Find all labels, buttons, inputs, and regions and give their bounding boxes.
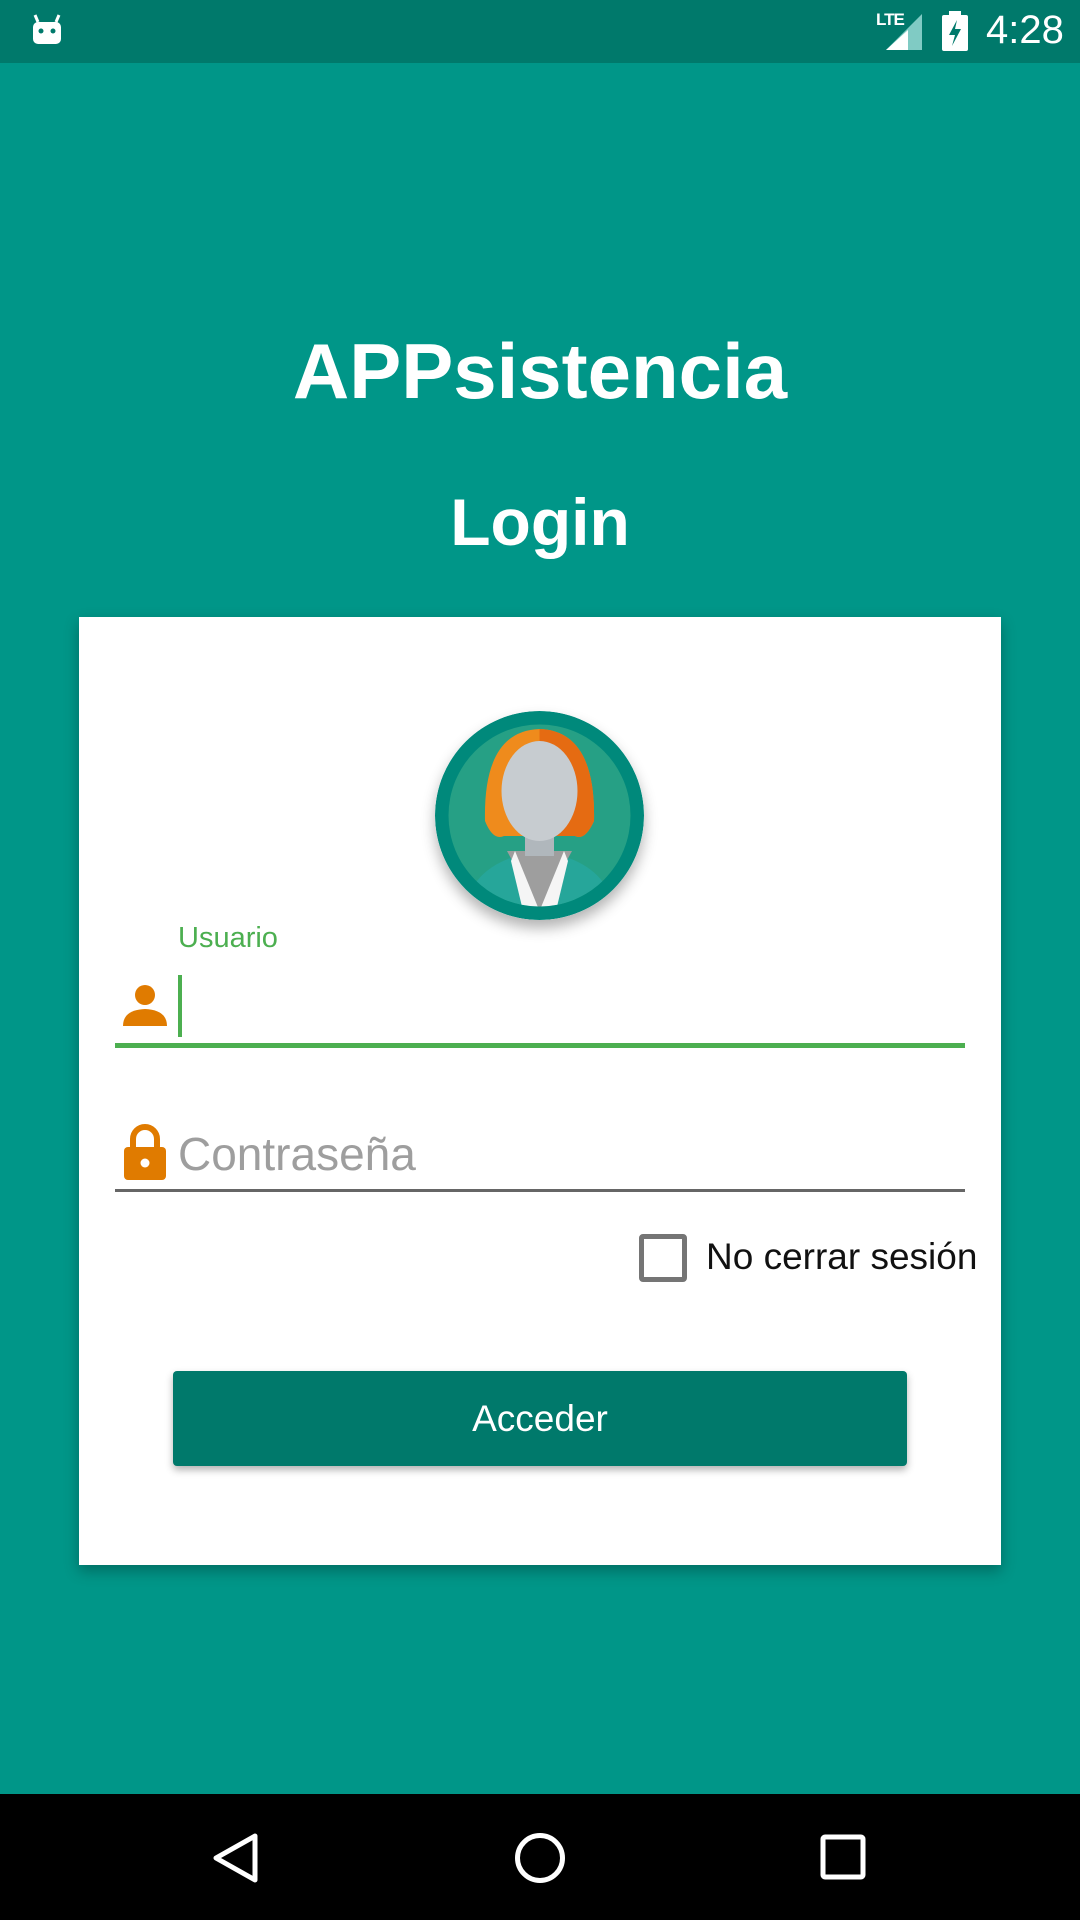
lock-icon	[124, 1124, 166, 1180]
page-title: Login	[450, 485, 630, 559]
password-underline	[115, 1189, 965, 1192]
person-icon	[123, 985, 167, 1026]
battery-charging-icon	[942, 11, 968, 51]
home-icon[interactable]	[514, 1832, 566, 1884]
username-underline	[115, 1043, 965, 1048]
keep-session-checkbox[interactable]	[639, 1234, 687, 1282]
app-title: APPsistencia	[292, 327, 788, 415]
user-avatar-icon	[435, 711, 644, 920]
status-bar: LTE 4:28	[0, 0, 1080, 63]
android-debug-icon	[33, 14, 61, 44]
back-icon[interactable]	[210, 1832, 260, 1884]
clock: 4:28	[986, 8, 1064, 52]
password-input[interactable]	[178, 1122, 964, 1186]
signal-icon	[886, 14, 922, 50]
text-caret	[178, 975, 182, 1037]
username-input[interactable]	[178, 975, 964, 1039]
username-label: Usuario	[178, 922, 278, 954]
keep-session-label[interactable]: No cerrar sesión	[706, 1236, 977, 1278]
recents-icon[interactable]	[820, 1834, 866, 1880]
acceder-button[interactable]: Acceder	[173, 1371, 907, 1466]
